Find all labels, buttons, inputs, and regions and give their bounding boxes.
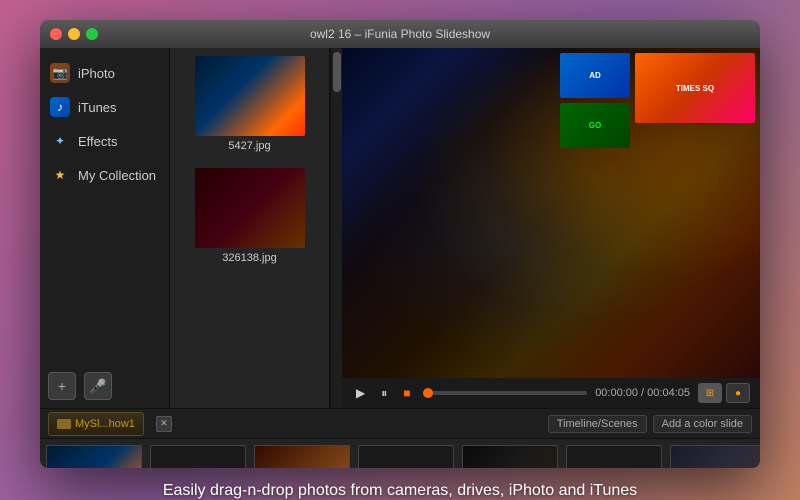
caption-bar: Easily drag-n-drop photos from cameras, … <box>0 482 800 500</box>
scrollbar-thumb <box>333 52 341 92</box>
file-item-2[interactable]: 326138.jpg <box>170 160 329 272</box>
mic-button[interactable]: 🎤 <box>84 372 112 400</box>
tab-label-text: MySl...how1 <box>75 418 135 430</box>
pause-button[interactable]: ⏸ <box>377 384 391 403</box>
billboard-1: TIMES SQ <box>635 53 755 123</box>
tab-icon <box>57 419 71 429</box>
preview-area: TIMES SQ AD GO ▶ ⏸ ■ 00:00:00 / 00:04:05… <box>342 48 760 408</box>
view-buttons: ⊞ ● <box>698 383 750 403</box>
caption-text: Easily drag-n-drop photos from cameras, … <box>163 482 637 499</box>
file-thumb-2 <box>195 168 305 248</box>
file-label-1: 5427.jpg <box>228 140 270 152</box>
slide-thumb-4: None <box>358 445 454 468</box>
slide-thumb-7 <box>670 445 760 468</box>
preview-controls: ▶ ⏸ ■ 00:00:00 / 00:04:05 ⊞ ● <box>342 378 760 408</box>
grid-view-button[interactable]: ⊞ <box>698 383 722 403</box>
itunes-icon: ♪ <box>50 97 70 117</box>
effects-icon: ✦ <box>50 131 70 151</box>
timeline-header: MySl...how1 ✕ Timeline/Scenes Add a colo… <box>40 409 760 439</box>
sidebar-item-iphoto[interactable]: 📷 iPhoto <box>40 56 169 90</box>
billboard-2: AD <box>560 53 630 98</box>
progress-bar[interactable] <box>423 391 588 395</box>
billboard-strip: TIMES SQ AD GO <box>555 53 755 173</box>
timeline-section: MySl...how1 ✕ Timeline/Scenes Add a colo… <box>40 408 760 468</box>
slide-thumb-6: None <box>566 445 662 468</box>
maximize-button[interactable] <box>86 28 98 40</box>
iphoto-icon: 📷 <box>50 63 70 83</box>
app-body: 📷 iPhoto ♪ iTunes ✦ Effects ★ My Collect… <box>40 48 760 408</box>
preview-video: TIMES SQ AD GO <box>342 48 760 378</box>
add-color-slide-button[interactable]: Add a color slide <box>653 415 752 433</box>
play-button[interactable]: ▶ <box>352 384 369 402</box>
billboard-3: GO <box>560 103 630 148</box>
timeline-scenes-button[interactable]: Timeline/Scenes <box>548 415 647 433</box>
sidebar-label-iphoto: iPhoto <box>78 66 115 81</box>
timeline-tab[interactable]: MySl...how1 <box>48 412 144 436</box>
slide-item-2[interactable]: None 00:00:00.000 ✎ ✕ <box>148 445 248 468</box>
traffic-lights <box>50 28 98 40</box>
file-browser: 5427.jpg 326138.jpg <box>170 48 330 408</box>
file-item-1[interactable]: 5427.jpg <box>170 48 329 160</box>
timeline-actions: Timeline/Scenes Add a color slide <box>548 415 752 433</box>
circle-view-button[interactable]: ● <box>726 383 750 403</box>
file-scrollbar[interactable] <box>330 48 342 408</box>
sidebar-item-collection[interactable]: ★ My Collection <box>40 158 169 192</box>
file-thumb-1 <box>195 56 305 136</box>
tab-close-button[interactable]: ✕ <box>156 416 172 432</box>
minimize-button[interactable] <box>68 28 80 40</box>
sidebar-label-effects: Effects <box>78 134 118 149</box>
timeline-tracks[interactable]: 00:00:02.000 ✎ ✕ None 00:00:00.000 ✎ ✕ 0… <box>40 439 760 468</box>
slide-thumb-3 <box>254 445 350 468</box>
window-title: owl2 16 – iFunia Photo Slideshow <box>310 27 490 41</box>
collection-icon: ★ <box>50 165 70 185</box>
add-button[interactable]: + <box>48 372 76 400</box>
slide-item-3[interactable]: 00:00:02.000 ✎ ✕ <box>252 445 352 468</box>
sidebar-label-itunes: iTunes <box>78 100 117 115</box>
slide-item-5[interactable]: 00:00:02.000 ✎ ✕ <box>460 445 560 468</box>
stop-button[interactable]: ■ <box>399 384 414 402</box>
app-window: owl2 16 – iFunia Photo Slideshow 📷 iPhot… <box>40 20 760 468</box>
slide-thumb-5 <box>462 445 558 468</box>
sidebar-label-collection: My Collection <box>78 168 156 183</box>
titlebar: owl2 16 – iFunia Photo Slideshow <box>40 20 760 48</box>
slide-thumb-2: None <box>150 445 246 468</box>
close-button[interactable] <box>50 28 62 40</box>
sidebar: 📷 iPhoto ♪ iTunes ✦ Effects ★ My Collect… <box>40 48 170 408</box>
sidebar-item-itunes[interactable]: ♪ iTunes <box>40 90 169 124</box>
sidebar-bottom: + 🎤 <box>40 364 169 408</box>
slide-item-7[interactable]: 00:00:02.000 ✎ ✕ <box>668 445 760 468</box>
file-label-2: 326138.jpg <box>222 252 276 264</box>
progress-indicator <box>423 388 433 398</box>
time-display: 00:00:00 / 00:04:05 <box>595 387 690 399</box>
slide-item-1[interactable]: 00:00:02.000 ✎ ✕ <box>44 445 144 468</box>
slide-item-6[interactable]: None 00:00:00.000 ✎ ✕ <box>564 445 664 468</box>
slide-thumb-1 <box>46 445 142 468</box>
sidebar-item-effects[interactable]: ✦ Effects <box>40 124 169 158</box>
slide-item-4[interactable]: None 00:00:00.000 ✎ ✕ <box>356 445 456 468</box>
